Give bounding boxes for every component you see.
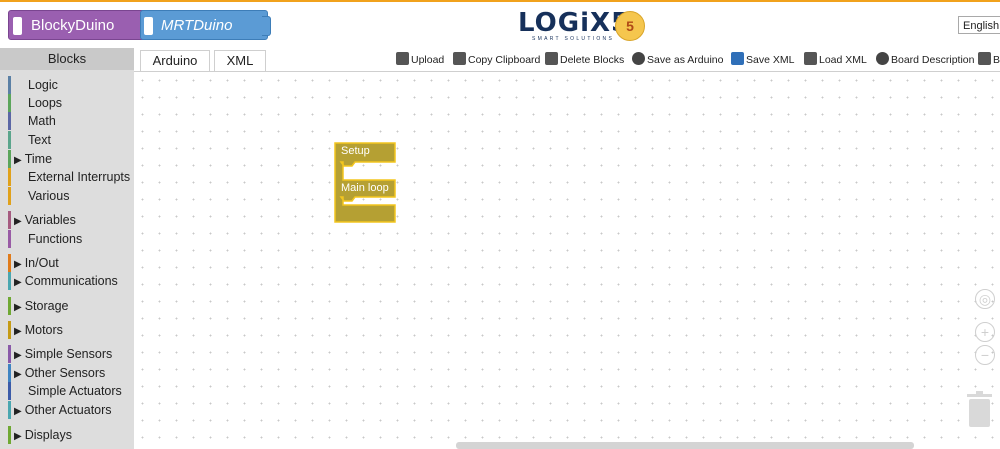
sidebar-item-simple-actuators[interactable]: Simple Actuators bbox=[8, 382, 122, 400]
cart-button[interactable]: B bbox=[978, 52, 1000, 68]
upload-label: Upload bbox=[411, 54, 445, 66]
horizontal-scrollbar[interactable] bbox=[456, 442, 914, 449]
sidebar-item-label: Storage bbox=[24, 299, 69, 313]
copy-icon bbox=[453, 52, 466, 65]
expand-arrow-icon: ▶ bbox=[14, 216, 22, 227]
sidebar-item-label: In/Out bbox=[24, 256, 59, 270]
project-name: MRTDuino bbox=[161, 17, 233, 34]
sidebar-item-label: Text bbox=[28, 133, 51, 147]
sidebar-item-label: Motors bbox=[24, 323, 63, 337]
cart-icon bbox=[978, 52, 991, 65]
help-icon bbox=[876, 52, 889, 65]
expand-arrow-icon: ▶ bbox=[14, 350, 22, 361]
sidebar-item-label: Communications bbox=[24, 274, 118, 288]
sidebar-item-various[interactable]: Various bbox=[8, 187, 69, 205]
sidebar-title: Blocks bbox=[0, 48, 134, 70]
puzzle-tab bbox=[262, 16, 271, 36]
sidebar-item-label: Simple Actuators bbox=[28, 384, 122, 398]
tab-arduino[interactable]: Arduino bbox=[140, 50, 210, 71]
expand-arrow-icon: ▶ bbox=[14, 155, 22, 166]
sidebar-item-loops[interactable]: Loops bbox=[8, 94, 62, 112]
sidebar-item-in-out[interactable]: ▶ In/Out bbox=[8, 254, 59, 272]
sidebar-item-label: Displays bbox=[24, 428, 72, 442]
logo-badge-icon: 5 bbox=[615, 11, 645, 41]
expand-arrow-icon: ▶ bbox=[14, 259, 22, 270]
save-as-arduino-button[interactable]: Save as Arduino bbox=[632, 52, 723, 68]
arduino-icon bbox=[632, 52, 645, 65]
main-loop-label: Main loop bbox=[341, 182, 389, 194]
sidebar-item-label: Loops bbox=[28, 96, 63, 110]
trash-icon bbox=[545, 52, 558, 65]
language-select[interactable]: English bbox=[958, 16, 1000, 34]
copy-clipboard-button[interactable]: Copy Clipboard bbox=[453, 52, 540, 68]
sidebar-item-other-sensors[interactable]: ▶ Other Sensors bbox=[8, 364, 105, 382]
delete-blocks-button[interactable]: Delete Blocks bbox=[545, 52, 624, 68]
zoom-out-button[interactable]: − bbox=[975, 345, 995, 365]
sidebar-item-label: Logic bbox=[28, 78, 58, 92]
sidebar-item-label: Other Sensors bbox=[24, 366, 106, 380]
cart-label: B bbox=[993, 54, 1000, 66]
expand-arrow-icon: ▶ bbox=[14, 302, 22, 313]
expand-arrow-icon: ▶ bbox=[14, 369, 22, 380]
sidebar-item-displays[interactable]: ▶ Displays bbox=[8, 426, 72, 444]
copy-clipboard-label: Copy Clipboard bbox=[468, 54, 541, 66]
sidebar-item-external-interrupts[interactable]: External Interrupts bbox=[8, 168, 130, 186]
sidebar-item-label: Functions bbox=[28, 232, 83, 246]
sidebar-item-label: Variables bbox=[24, 213, 76, 227]
app-header: BlockyDuino MRTDuino LOGiX5 SMART SOLUTI… bbox=[0, 0, 1000, 48]
sidebar-item-storage[interactable]: ▶ Storage bbox=[8, 297, 68, 315]
sidebar-item-label: Simple Sensors bbox=[24, 347, 113, 361]
project-name-badge: MRTDuino bbox=[140, 10, 268, 40]
app-name-badge: BlockyDuino bbox=[8, 10, 148, 40]
download-icon bbox=[731, 52, 744, 65]
delete-blocks-label: Delete Blocks bbox=[560, 54, 625, 66]
sidebar-item-label: Other Actuators bbox=[24, 403, 112, 417]
sidebar-item-time[interactable]: ▶ Time bbox=[8, 150, 52, 168]
expand-arrow-icon: ▶ bbox=[14, 431, 22, 442]
upload-button[interactable]: Upload bbox=[396, 52, 444, 68]
sidebar-item-variables[interactable]: ▶ Variables bbox=[8, 211, 76, 229]
trash-can-icon[interactable] bbox=[966, 390, 993, 428]
sidebar-item-math[interactable]: Math bbox=[8, 112, 56, 130]
expand-arrow-icon: ▶ bbox=[14, 277, 22, 288]
logo-subtext: SMART SOLUTIONS bbox=[532, 36, 615, 42]
setup-loop-block[interactable]: Setup Main loop bbox=[333, 141, 397, 224]
blockly-workspace[interactable] bbox=[134, 72, 1000, 449]
sidebar-item-label: External Interrupts bbox=[28, 170, 131, 184]
save-xml-label: Save XML bbox=[746, 54, 795, 66]
board-description-label: Board Description bbox=[891, 54, 975, 66]
sidebar-item-communications[interactable]: ▶ Communications bbox=[8, 272, 118, 290]
setup-label: Setup bbox=[341, 145, 370, 157]
sidebar-item-functions[interactable]: Functions bbox=[8, 230, 82, 248]
load-xml-label: Load XML bbox=[819, 54, 867, 66]
app-name: BlockyDuino bbox=[31, 17, 115, 34]
load-xml-button[interactable]: Load XML bbox=[804, 52, 867, 68]
blocks-sidebar: Blocks Logic Loops Math Text ▶ Time External I… bbox=[0, 48, 134, 449]
sidebar-item-motors[interactable]: ▶ Motors bbox=[8, 321, 63, 339]
sidebar-item-text[interactable]: Text bbox=[8, 131, 51, 149]
zoom-in-button[interactable]: + bbox=[975, 322, 995, 342]
recenter-icon[interactable]: ◎ bbox=[975, 289, 995, 309]
logo: LOGiX5 bbox=[518, 8, 631, 38]
sidebar-item-other-actuators[interactable]: ▶ Other Actuators bbox=[8, 401, 112, 419]
expand-arrow-icon: ▶ bbox=[14, 326, 22, 337]
expand-arrow-icon: ▶ bbox=[14, 406, 22, 417]
sidebar-item-label: Various bbox=[28, 189, 70, 203]
puzzle-notch bbox=[13, 17, 22, 35]
keyboard-icon bbox=[804, 52, 817, 65]
upload-icon bbox=[396, 52, 409, 65]
save-as-arduino-label: Save as Arduino bbox=[647, 54, 724, 66]
sidebar-item-label: Time bbox=[24, 152, 53, 166]
tab-xml[interactable]: XML bbox=[214, 50, 266, 71]
sidebar-item-logic[interactable]: Logic bbox=[8, 76, 58, 94]
board-description-button[interactable]: Board Description bbox=[876, 52, 974, 68]
sidebar-item-label: Math bbox=[28, 114, 56, 128]
save-xml-button[interactable]: Save XML bbox=[731, 52, 794, 68]
puzzle-notch bbox=[144, 17, 153, 35]
sidebar-item-simple-sensors[interactable]: ▶ Simple Sensors bbox=[8, 345, 112, 363]
